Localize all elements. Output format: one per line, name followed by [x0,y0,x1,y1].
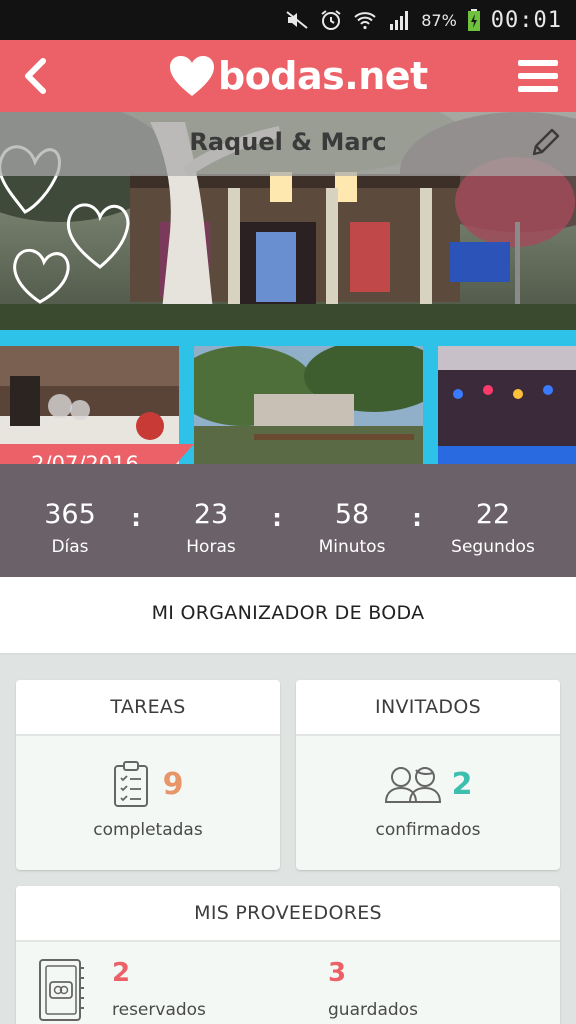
app-header: bodas.net [0,40,576,112]
battery-percent: 87% [421,10,457,30]
hamburger-menu-icon [518,60,558,92]
menu-button[interactable] [512,50,564,102]
countdown-separator: : [131,504,141,532]
countdown-value: 22 [475,499,511,530]
vendors-saved-label: guardados [328,1000,418,1020]
edit-button[interactable] [528,126,562,160]
vendor-book-icon [39,959,84,1021]
countdown-value: 365 [44,499,96,530]
countdown-separator: : [272,504,282,532]
couple-name: Raquel & Marc [189,128,387,156]
status-bar: 87% 00:01 [0,0,576,40]
tasks-card[interactable]: TAREAS 9 completadas [16,680,280,870]
clock: 00:01 [490,7,562,33]
countdown: 365 Días : 23 Horas : 58 Minutos : 22 Se… [0,464,576,577]
battery-charging-icon [467,9,480,31]
mute-icon [286,11,308,29]
vendors-saved-count: 3 [328,958,347,988]
guests-card-title: INVITADOS [296,680,560,736]
countdown-label: Días [51,537,89,557]
countdown-label: Segundos [451,537,535,557]
organizer-title: MI ORGANIZADOR DE BODA [151,602,425,624]
countdown-separator: : [412,504,422,532]
heart-logo-icon [170,56,214,96]
guests-couple-icon [384,767,441,803]
guests-count: 2 [451,766,473,802]
tasks-card-title: TAREAS [16,680,280,736]
clipboard-checklist-icon [113,761,148,807]
guests-card[interactable]: INVITADOS 2 confirmados [296,680,560,870]
vendors-card[interactable]: MIS PROVEEDORES 2 reservados 3 guardados [16,886,560,1024]
tasks-count: 9 [162,766,184,802]
hero-banner: Raquel & Marc [0,112,576,330]
photo-thumbnail[interactable] [438,346,576,464]
pencil-icon [532,128,560,156]
tasks-label: completadas [93,820,203,840]
countdown-label: Horas [186,537,236,557]
countdown-days: 365 Días [5,498,135,562]
photo-thumbnail[interactable] [194,346,423,464]
guests-label: confirmados [375,820,481,840]
back-button[interactable] [10,50,62,102]
vendors-reserved-label: reservados [112,1000,206,1020]
vendors-reserved-count: 2 [112,958,131,988]
chevron-left-icon [25,58,46,94]
countdown-value: 23 [193,499,229,530]
countdown-minutes: 58 Minutos [287,498,417,562]
vendors-card-title: MIS PROVEEDORES [16,886,560,942]
signal-icon [390,11,409,30]
logo-text: bodas.net [218,54,428,98]
wifi-icon [354,12,376,30]
countdown-hours: 23 Horas [146,498,276,562]
bodas-logo[interactable]: bodas.net [168,46,428,106]
countdown-label: Minutos [318,537,386,557]
alarm-icon [321,10,341,30]
organizer-section: MI ORGANIZADOR DE BODA [0,577,576,655]
countdown-seconds: 22 Segundos [428,498,558,562]
countdown-value: 58 [334,499,370,530]
